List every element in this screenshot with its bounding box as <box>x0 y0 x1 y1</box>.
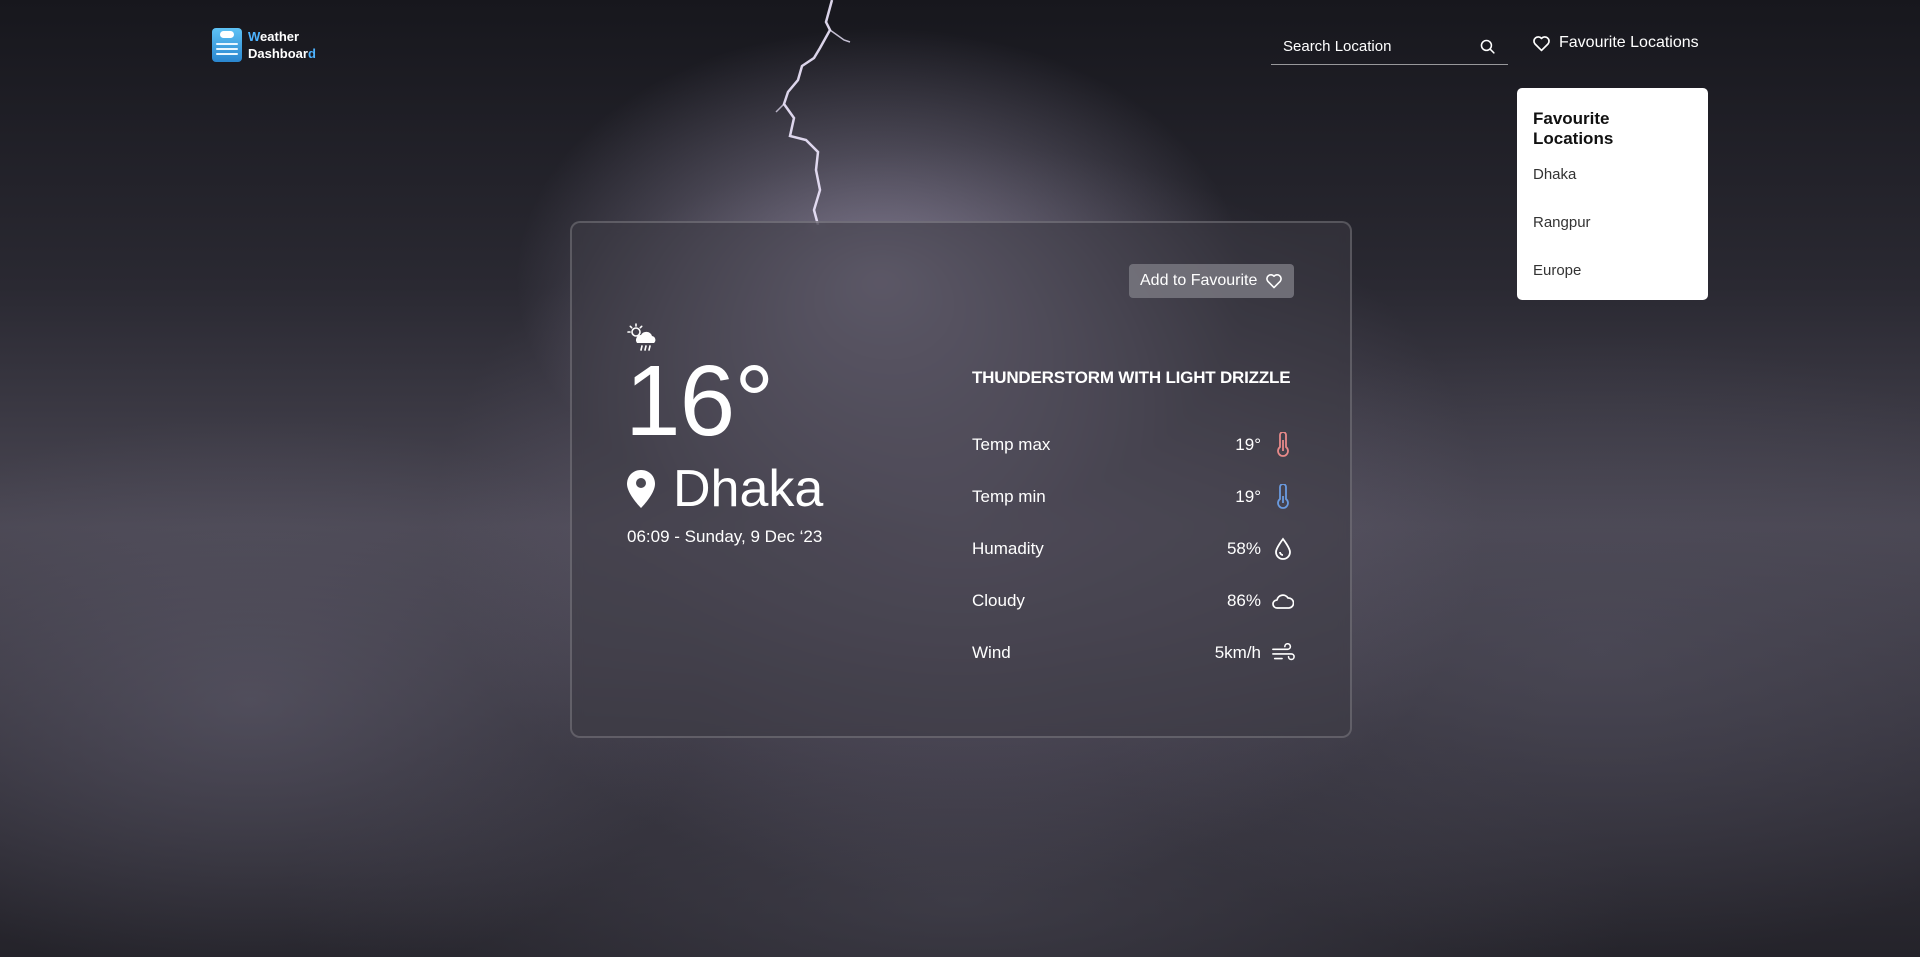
heart-icon <box>1533 35 1550 51</box>
cloud-icon <box>1271 589 1295 613</box>
weather-app-logo-icon <box>212 28 242 62</box>
detail-label: Temp min <box>972 487 1046 506</box>
date-time: 06:09 - Sunday, 9 Dec ‘23 <box>627 527 823 546</box>
location-name: Dhaka <box>673 460 824 518</box>
thermometer-cold-icon <box>1271 484 1295 509</box>
detail-value: 5km/h <box>1214 643 1261 662</box>
wind-icon <box>1271 641 1295 665</box>
detail-label: Wind <box>972 643 1011 662</box>
water-drop-icon <box>1271 537 1295 561</box>
app-logo[interactable]: Weather Dashboard <box>212 28 316 62</box>
detail-row-temp-min: Temp min 19° <box>972 471 1295 523</box>
favourite-item-europe[interactable]: Europe <box>1533 261 1692 309</box>
favourite-item-dhaka[interactable]: Dhaka <box>1533 165 1692 213</box>
detail-row-cloudy: Cloudy 86% <box>972 575 1295 627</box>
favourite-item-rangpur[interactable]: Rangpur <box>1533 213 1692 261</box>
search-bar <box>1271 28 1508 65</box>
location-display: Dhaka <box>627 459 823 519</box>
location-pin-icon <box>627 470 655 508</box>
detail-value: 19° <box>1235 435 1261 454</box>
add-to-favourite-label: Add to Favourite <box>1140 272 1258 289</box>
current-temperature: 16° <box>625 345 774 457</box>
search-input[interactable] <box>1283 37 1463 55</box>
favourite-locations-dropdown: Favourite Locations Dhaka Rangpur Europe <box>1517 88 1708 300</box>
detail-row-humidity: Humadity 58% <box>972 523 1295 575</box>
detail-label: Temp max <box>972 435 1051 454</box>
dropdown-title: Favourite Locations <box>1533 109 1614 148</box>
lightning-bolt-decoration <box>775 0 851 225</box>
detail-label: Cloudy <box>972 591 1025 610</box>
weather-card: Add to Favourite 16° Dhaka 06:09 - Sunda… <box>570 221 1352 738</box>
detail-row-temp-max: Temp max 19° <box>972 419 1295 471</box>
detail-value: 86% <box>1226 591 1261 610</box>
thermometer-hot-icon <box>1271 432 1295 457</box>
detail-value: 19° <box>1235 487 1261 506</box>
favourite-locations-link[interactable]: Favourite Locations <box>1532 34 1699 52</box>
heart-icon <box>1266 274 1283 289</box>
logo-text: Weather Dashboard <box>248 29 316 61</box>
detail-value: 58% <box>1226 539 1261 558</box>
weather-description: THUNDERSTORM WITH LIGHT DRIZZLE <box>972 368 1291 387</box>
detail-label: Humadity <box>972 539 1044 558</box>
detail-row-wind: Wind 5km/h <box>972 627 1295 679</box>
search-icon[interactable] <box>1479 38 1496 55</box>
weather-details: Temp max 19° Temp min 19° Humadity 58% C… <box>972 419 1295 679</box>
favourite-locations-label: Favourite Locations <box>1559 34 1699 51</box>
add-to-favourite-button[interactable]: Add to Favourite <box>1129 264 1295 298</box>
